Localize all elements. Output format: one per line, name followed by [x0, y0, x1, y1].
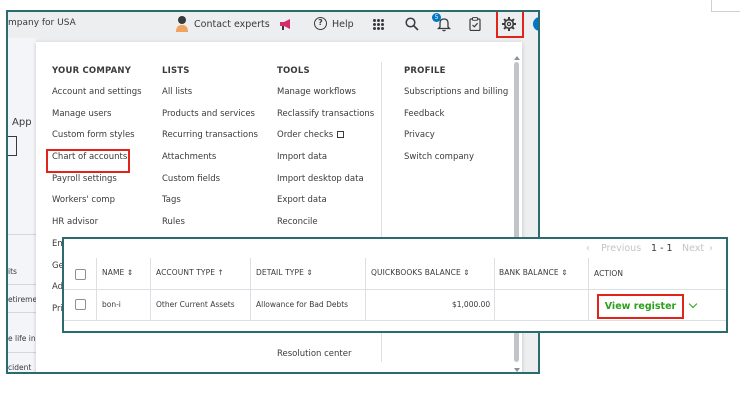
menu-column-tools: TOOLS Manage workflows Reclassify transa…: [277, 66, 374, 239]
menu-item-reclassify-transactions[interactable]: Reclassify transactions: [277, 109, 374, 131]
tools-heading: TOOLS: [277, 66, 310, 76]
menu-item-products-services[interactable]: Products and services: [162, 109, 258, 131]
menu-item-hr-advisor[interactable]: HR advisor: [52, 217, 142, 239]
external-link-icon: [337, 131, 345, 139]
background-input[interactable]: [8, 136, 17, 156]
menu-item-privacy[interactable]: Privacy: [404, 130, 508, 152]
background-row-text: its: [8, 267, 17, 276]
column-header-detail-type[interactable]: DETAIL TYPE ⇕: [256, 268, 313, 277]
row-divider: [8, 234, 36, 235]
pager-range: 1 - 1: [651, 243, 673, 254]
row-divider: [8, 312, 36, 313]
background-page: App its etireme e life ina cident: [8, 38, 40, 372]
top-bar: mpany for USA Contact experts ? Help 5: [8, 12, 538, 38]
pager-previous-icon[interactable]: ‹: [586, 243, 590, 254]
menu-item-account-settings[interactable]: Account and settings: [52, 87, 142, 109]
pager-previous[interactable]: Previous: [601, 243, 641, 254]
menu-item-reconcile[interactable]: Reconcile: [277, 217, 374, 239]
menu-item-manage-users[interactable]: Manage users: [52, 109, 142, 131]
column-header-account-type[interactable]: ACCOUNT TYPE ↑: [156, 268, 224, 277]
cell-detail-type: Allowance for Bad Debts: [256, 300, 349, 309]
search-icon[interactable]: [405, 17, 419, 31]
menu-item-manage-workflows[interactable]: Manage workflows: [277, 87, 374, 109]
column-header-bank-balance[interactable]: BANK BALANCE ⇕: [499, 268, 568, 277]
apps-tab[interactable]: App: [12, 117, 32, 128]
scroll-down-arrow-icon[interactable]: [514, 368, 520, 372]
select-all-checkbox[interactable]: [75, 269, 86, 280]
view-register-button[interactable]: View register: [597, 294, 684, 319]
menu-item-all-lists[interactable]: All lists: [162, 87, 258, 109]
row-divider: [8, 284, 36, 285]
menu-column-lists: LISTS All lists Products and services Re…: [162, 66, 258, 239]
menu-item-import-data[interactable]: Import data: [277, 152, 374, 174]
row-divider: [8, 352, 36, 353]
contact-expert-icon[interactable]: [175, 15, 189, 32]
column-header-action: ACTION: [594, 269, 624, 278]
gear-icon[interactable]: [502, 17, 516, 31]
pager-next-icon[interactable]: ›: [709, 243, 713, 254]
menu-item-subscriptions-billing[interactable]: Subscriptions and billing: [404, 87, 508, 109]
profile-avatar[interactable]: [533, 17, 538, 31]
menu-column-profile: PROFILE Subscriptions and billing Feedba…: [404, 66, 508, 174]
chart-of-accounts-table: ‹ Previous 1 - 1 Next › NAME ⇕ ACCOUNT T…: [62, 237, 728, 333]
contact-experts-link[interactable]: Contact experts: [194, 19, 270, 30]
background-row-text: etireme: [8, 295, 38, 304]
menu-item-export-data[interactable]: Export data: [277, 195, 374, 217]
cell-name: bon-i: [102, 300, 121, 309]
menu-item-tags[interactable]: Tags: [162, 195, 258, 217]
megaphone-icon[interactable]: [279, 18, 293, 30]
background-row-text: cident: [8, 363, 32, 372]
pager-next[interactable]: Next: [682, 243, 704, 254]
menu-item-import-desktop-data[interactable]: Import desktop data: [277, 174, 374, 196]
cell-account-type: Other Current Assets: [156, 300, 235, 309]
table-row[interactable]: bon-i Other Current Assets Allowance for…: [64, 290, 726, 321]
menu-item-payroll-settings[interactable]: Payroll settings: [52, 174, 142, 196]
help-link[interactable]: Help: [332, 19, 354, 30]
menu-item-attachments[interactable]: Attachments: [162, 152, 258, 174]
corner-divider-horizontal: [711, 11, 740, 12]
menu-item-order-checks[interactable]: Order checks: [277, 130, 374, 152]
row-checkbox[interactable]: [75, 299, 86, 310]
apps-grid-icon[interactable]: [373, 19, 384, 30]
menu-item-switch-company[interactable]: Switch company: [404, 152, 508, 174]
column-header-name[interactable]: NAME ⇕: [102, 268, 133, 277]
lists-heading: LISTS: [162, 66, 190, 76]
menu-item-custom-fields[interactable]: Custom fields: [162, 174, 258, 196]
menu-item-workers-comp[interactable]: Workers' comp: [52, 195, 142, 217]
profile-heading: PROFILE: [404, 66, 446, 76]
chart-of-accounts-highlight-box: [46, 149, 130, 173]
order-checks-label: Order checks: [277, 130, 334, 141]
your-company-heading: YOUR COMPANY: [52, 66, 132, 76]
chevron-down-icon[interactable]: [688, 299, 698, 309]
scroll-up-arrow-icon[interactable]: [514, 56, 520, 60]
cell-quickbooks-balance: $1,000.00: [452, 300, 491, 309]
company-name: mpany for USA: [8, 18, 76, 28]
menu-item-rules[interactable]: Rules: [162, 217, 258, 239]
menu-item-recurring-transactions[interactable]: Recurring transactions: [162, 130, 258, 152]
menu-item-feedback[interactable]: Feedback: [404, 109, 508, 131]
notification-count-badge: 5: [432, 13, 441, 22]
clipboard-icon[interactable]: [469, 17, 481, 31]
table-header-row: NAME ⇕ ACCOUNT TYPE ↑ DETAIL TYPE ⇕ QUIC…: [64, 258, 726, 290]
help-icon[interactable]: ?: [314, 17, 327, 30]
menu-item-resolution-center[interactable]: Resolution center: [277, 349, 351, 359]
column-header-quickbooks-balance[interactable]: QUICKBOOKS BALANCE ⇕: [371, 268, 470, 277]
